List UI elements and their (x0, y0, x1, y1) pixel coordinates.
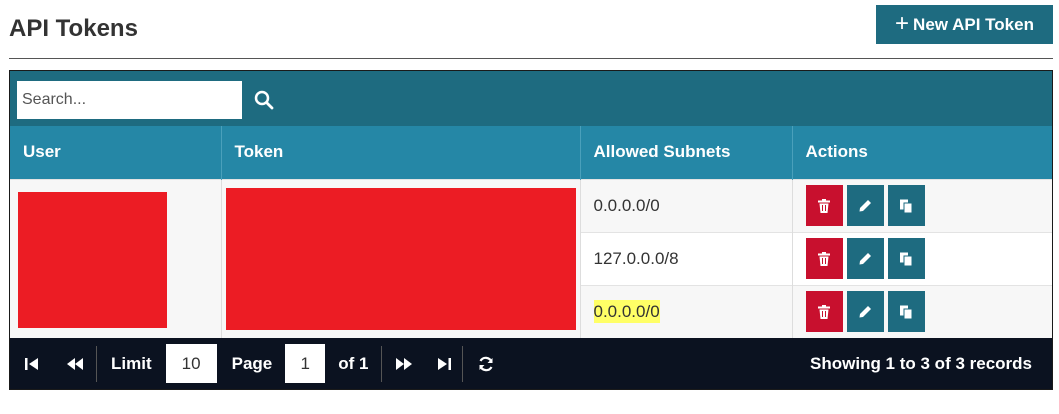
copy-icon (900, 252, 913, 266)
first-page-button[interactable] (10, 338, 54, 389)
edit-button[interactable] (846, 238, 884, 279)
copy-button[interactable] (887, 238, 925, 279)
first-page-icon (25, 357, 38, 370)
tokens-table: User Token Allowed Subnets Actions 0.0.0… (10, 126, 1052, 338)
search-bar (10, 71, 1052, 126)
next-page-button[interactable] (382, 338, 426, 389)
token-cell-redacted (221, 178, 581, 338)
page-label: Page (231, 353, 273, 373)
pager-divider (96, 345, 97, 382)
delete-button[interactable] (805, 291, 843, 333)
column-header-actions: Actions (792, 126, 1052, 179)
refresh-button[interactable] (463, 338, 509, 389)
subnet-cell: 0.0.0.0/0 (580, 178, 793, 232)
copy-icon (900, 305, 913, 320)
pencil-icon (859, 305, 871, 318)
limit-input[interactable] (165, 344, 217, 383)
fast-forward-icon (396, 357, 413, 370)
limit-label: Limit (111, 353, 152, 373)
tokens-panel: User Token Allowed Subnets Actions 0.0.0… (9, 70, 1053, 390)
column-header-user[interactable]: User (10, 126, 222, 179)
actions-cell (792, 284, 1052, 338)
pencil-icon (859, 252, 871, 264)
page-title: API Tokens (9, 15, 138, 42)
last-page-button[interactable] (426, 338, 462, 389)
actions-cell (792, 178, 1052, 232)
page-input[interactable] (285, 344, 326, 383)
rewind-icon (67, 357, 83, 370)
copy-button[interactable] (887, 185, 925, 226)
copy-button[interactable] (887, 291, 925, 333)
pencil-icon (859, 199, 871, 211)
search-input[interactable] (17, 81, 242, 119)
refresh-icon (479, 356, 494, 371)
trash-icon (818, 251, 830, 266)
copy-icon (900, 199, 913, 213)
edit-button[interactable] (846, 185, 884, 226)
search-icon[interactable] (254, 90, 274, 110)
actions-cell (792, 231, 1052, 285)
subnet-cell: 0.0.0.0/0 (580, 284, 793, 338)
page-count-label: of 1 (338, 353, 369, 373)
plus-icon: + (895, 9, 910, 37)
table-header-row: User Token Allowed Subnets Actions (10, 126, 1052, 179)
delete-button[interactable] (805, 238, 843, 279)
edit-button[interactable] (846, 291, 884, 333)
redaction-block (18, 191, 167, 328)
title-divider (9, 58, 1053, 59)
column-header-allowed-subnets[interactable]: Allowed Subnets (580, 126, 793, 179)
trash-icon (818, 198, 830, 213)
subnet-cell: 127.0.0.0/8 (580, 231, 793, 285)
trash-icon (818, 304, 830, 319)
last-page-icon (438, 357, 452, 370)
user-cell-redacted (10, 178, 222, 338)
previous-page-button[interactable] (54, 338, 96, 389)
column-header-token[interactable]: Token (221, 126, 581, 179)
pagination-bar: Limit Page of 1 Showing 1 to 3 of 3 reco… (10, 338, 1052, 389)
redaction-block (225, 187, 576, 330)
records-summary: Showing 1 to 3 of 3 records (810, 353, 1032, 373)
new-api-token-button[interactable]: + New API Token (876, 5, 1053, 44)
delete-button[interactable] (805, 185, 843, 226)
table-row: 0.0.0.0/0 (10, 178, 1052, 338)
new-api-token-label: New API Token (913, 14, 1034, 34)
highlighted-subnet: 0.0.0.0/0 (593, 299, 660, 323)
